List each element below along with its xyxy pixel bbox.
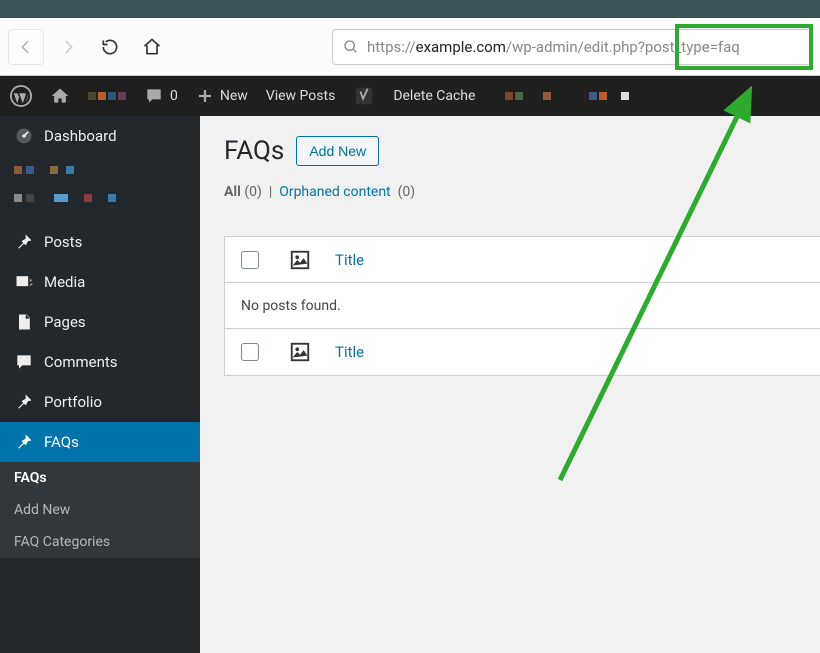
- wp-logo[interactable]: [10, 85, 32, 107]
- select-all-checkbox[interactable]: [241, 251, 259, 269]
- comments-item[interactable]: 0: [144, 86, 178, 106]
- sidebar-submenu: FAQs Add New FAQ Categories: [0, 462, 200, 558]
- sidebar-item-dashboard[interactable]: Dashboard: [0, 116, 200, 156]
- comment-icon: [14, 352, 34, 372]
- filter-links: All (0) | Orphaned content (0): [224, 184, 820, 200]
- reload-icon: [100, 37, 120, 57]
- browser-toolbar: https://example.com/wp-admin/edit.php?po…: [0, 18, 820, 76]
- comments-count: 0: [170, 88, 178, 104]
- submenu-categories[interactable]: FAQ Categories: [0, 526, 200, 558]
- page-icon: [14, 312, 34, 332]
- redacted-sidebar-1: [0, 156, 200, 184]
- table-footer: Title: [225, 329, 820, 375]
- sidebar-item-pages[interactable]: Pages: [0, 302, 200, 342]
- table-header: Title: [225, 237, 820, 283]
- media-icon: [14, 272, 34, 292]
- submenu-add-new[interactable]: Add New: [0, 494, 200, 526]
- home-button[interactable]: [134, 29, 170, 65]
- filter-all[interactable]: All: [224, 184, 241, 200]
- forward-button[interactable]: [50, 29, 86, 65]
- sidebar-item-portfolio[interactable]: Portfolio: [0, 382, 200, 422]
- admin-sidebar: Dashboard Posts Media Pages Comments Por…: [0, 116, 200, 653]
- sidebar-item-comments[interactable]: Comments: [0, 342, 200, 382]
- redacted-block-3: [589, 92, 629, 100]
- site-home-icon[interactable]: [50, 86, 70, 106]
- featured-image-icon: [289, 341, 311, 363]
- content-area: FAQs Add New All (0) | Orphaned content …: [200, 116, 820, 653]
- pin-icon: [14, 432, 34, 452]
- featured-image-icon: [289, 249, 311, 271]
- wp-adminbar: 0 New View Posts Delete Cache: [0, 76, 820, 116]
- new-item[interactable]: New: [196, 87, 248, 105]
- posts-table: Title No posts found. Title: [224, 236, 820, 376]
- view-posts[interactable]: View Posts: [266, 88, 336, 104]
- url-bar[interactable]: https://example.com/wp-admin/edit.php?po…: [332, 29, 812, 65]
- reload-button[interactable]: [92, 29, 128, 65]
- url-text: https://example.com/wp-admin/edit.php?po…: [367, 38, 740, 56]
- select-all-checkbox-bottom[interactable]: [241, 343, 259, 361]
- sidebar-item-faqs[interactable]: FAQs: [0, 422, 200, 462]
- filter-orphaned[interactable]: Orphaned content: [279, 184, 390, 200]
- search-icon: [343, 39, 359, 55]
- plus-icon: [196, 87, 214, 105]
- pin-icon: [14, 392, 34, 412]
- no-posts-row: No posts found.: [225, 283, 820, 329]
- column-title-bottom[interactable]: Title: [325, 343, 820, 361]
- add-new-button[interactable]: Add New: [296, 136, 379, 166]
- sidebar-item-media[interactable]: Media: [0, 262, 200, 302]
- delete-cache[interactable]: Delete Cache: [393, 88, 475, 104]
- yoast-icon[interactable]: [353, 85, 375, 107]
- home-icon: [142, 37, 162, 57]
- column-title[interactable]: Title: [325, 251, 820, 269]
- window-titlebar: [0, 0, 820, 18]
- redacted-sidebar-2: [0, 184, 200, 212]
- pin-icon: [14, 232, 34, 252]
- submenu-faqs[interactable]: FAQs: [0, 462, 200, 494]
- arrow-right-icon: [59, 38, 77, 56]
- comment-icon: [144, 86, 164, 106]
- dashboard-icon: [14, 126, 34, 146]
- sidebar-item-posts[interactable]: Posts: [0, 222, 200, 262]
- redacted-block-2: [505, 92, 551, 100]
- arrow-left-icon: [17, 38, 35, 56]
- page-title: FAQs: [224, 136, 284, 166]
- redacted-block: [88, 92, 126, 100]
- back-button[interactable]: [8, 29, 44, 65]
